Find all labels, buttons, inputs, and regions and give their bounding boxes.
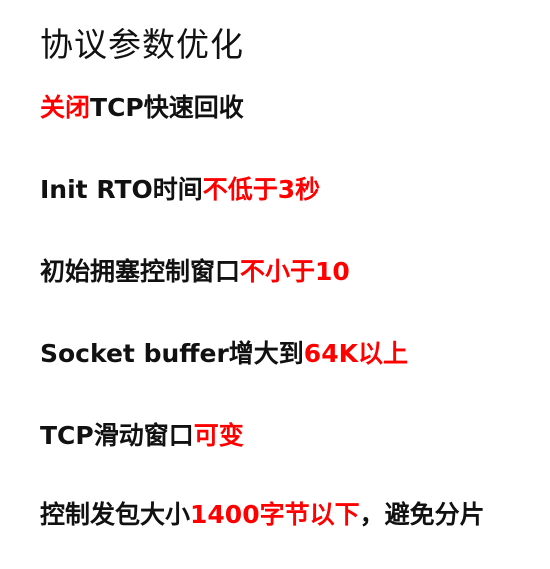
page-title: 协议参数优化 [40,25,244,64]
item-1-highlight: 关闭 [40,93,91,122]
item-6-text: 控制发包大小 [40,500,191,529]
item-2-text: Init RTO时间 [40,175,203,204]
item-init-rto: Init RTO时间不低于3秒 [40,170,320,206]
item-close-tcp-fast-recycle: 关闭TCP快速回收 [40,88,244,124]
item-1-text: TCP快速回收 [90,93,244,122]
item-4-highlight: 64K以上 [303,339,408,368]
item-5-text: TCP滑动窗口 [40,421,194,450]
item-6-highlight: 1400字节以下 [190,500,360,529]
item-4-text: Socket buffer增大到 [40,339,304,368]
item-socket-buffer: Socket buffer增大到64K以上 [40,334,408,370]
item-tcp-sliding-window: TCP滑动窗口可变 [40,416,244,452]
item-3-highlight: 不小于10 [240,257,350,286]
item-2-highlight: 不低于3秒 [202,175,321,204]
item-3-text: 初始拥塞控制窗口 [40,257,241,286]
item-packet-size: 控制发包大小1400字节以下，避免分片 [40,495,485,531]
item-5-highlight: 可变 [193,421,244,450]
item-initial-cwnd: 初始拥塞控制窗口不小于10 [40,252,350,288]
item-6-suffix: ，避免分片 [359,500,485,529]
